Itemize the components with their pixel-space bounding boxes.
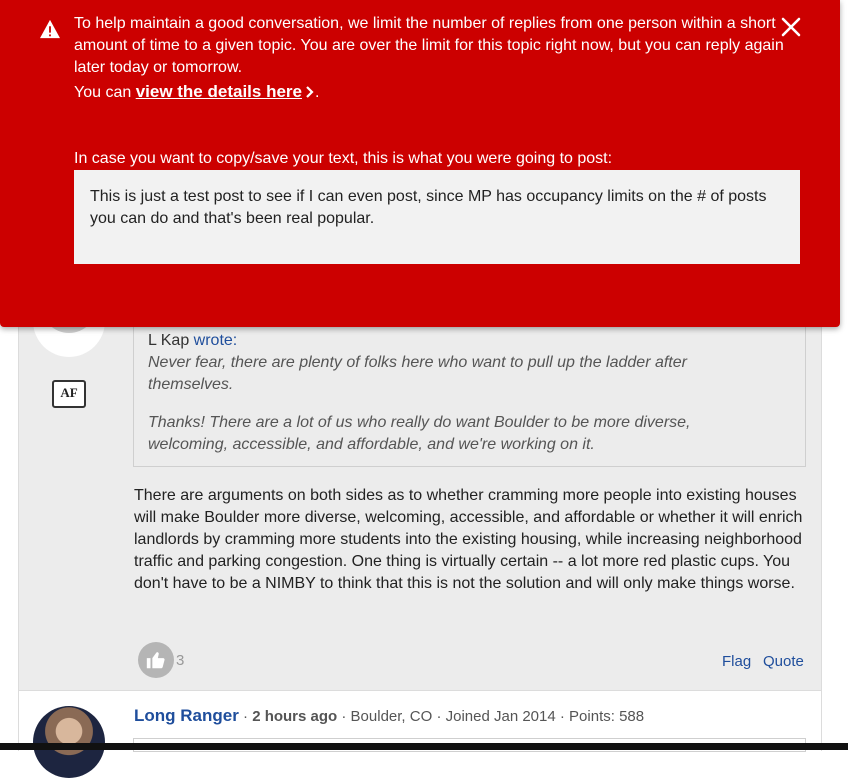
chevron-right-icon [306, 86, 314, 98]
alert-message: To help maintain a good conversation, we… [74, 15, 784, 76]
draft-text-box[interactable]: This is just a test post to see if I can… [74, 170, 800, 264]
next-post-location: Boulder, CO [350, 708, 433, 725]
quote-wrote-link[interactable]: wrote: [194, 332, 238, 349]
next-post-joined: Joined Jan 2014 [445, 708, 556, 725]
like-count: 3 [176, 652, 185, 669]
view-details-link[interactable]: view the details here [136, 82, 302, 101]
close-icon[interactable] [780, 16, 802, 38]
like-button[interactable] [138, 642, 174, 678]
quote-link[interactable]: Quote [763, 653, 804, 670]
next-post-username[interactable]: Long Ranger [134, 706, 239, 725]
bottom-edge [0, 743, 848, 750]
long-ranger-avatar[interactable] [33, 706, 105, 778]
next-post-points: Points: 588 [569, 708, 645, 725]
rate-limit-alert: To help maintain a good conversation, we… [0, 0, 840, 327]
post-body: There are arguments on both sides as to … [134, 487, 803, 592]
quote-paragraph-1: Never fear, there are plenty of folks he… [148, 354, 687, 393]
alert-details-line: You can view the details here. [74, 81, 319, 104]
af-badge-icon: AF [52, 380, 86, 408]
quote-author-line: L Kap wrote: [148, 332, 237, 350]
copy-text-label: In case you want to copy/save your text,… [74, 150, 613, 167]
thumbs-up-icon [146, 652, 165, 669]
next-post-time[interactable]: 2 hours ago [252, 708, 337, 725]
quote-paragraph-2: Thanks! There are a lot of us who really… [148, 414, 691, 453]
next-post-meta: Long Ranger · 2 hours ago · Boulder, CO … [134, 706, 645, 725]
quote-author-name: L Kap [148, 332, 190, 349]
quoted-post: L Kap wrote: Never fear, there are plent… [133, 325, 806, 467]
flag-link[interactable]: Flag [722, 653, 751, 670]
details-suffix: . [314, 84, 320, 101]
details-prefix: You can [74, 84, 136, 101]
warning-triangle-icon [40, 19, 60, 39]
